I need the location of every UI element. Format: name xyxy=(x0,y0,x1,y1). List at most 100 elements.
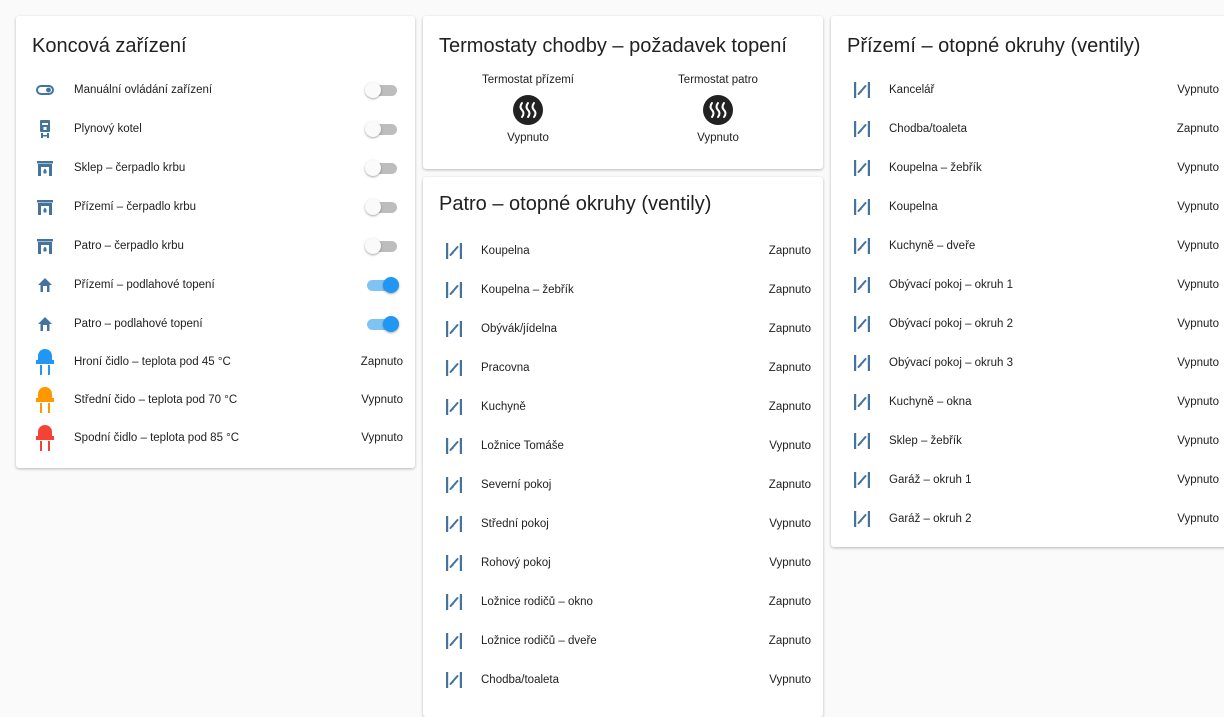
valve-label: Obývák/jídelna xyxy=(481,322,558,335)
fireplace-icon xyxy=(32,195,58,219)
valve-state: Vypnuto xyxy=(769,439,811,452)
valve-label: Garáž – okruh 1 xyxy=(889,473,972,486)
valve-state: Vypnuto xyxy=(1177,395,1219,408)
device-toggle[interactable] xyxy=(365,81,399,98)
valve-state: Vypnuto xyxy=(1177,161,1219,174)
valve-icon xyxy=(849,507,875,531)
valve-label: Obývací pokoj – okruh 1 xyxy=(889,278,1014,291)
device-row[interactable]: Spodní čidlo – teplota pod 85 °C Vypnuto xyxy=(16,419,415,457)
valve-row[interactable]: Obývací pokoj – okruh 2 Vypnuto xyxy=(831,304,1224,343)
device-label: Přízemí – podlahové topení xyxy=(74,278,215,291)
home-floor-icon xyxy=(32,312,58,336)
valve-label: Sklep – žebřík xyxy=(889,434,962,447)
upper-floor-valve-list: Koupelna Zapnuto Koupelna – žebřík Zapnuto O… xyxy=(423,231,823,699)
valve-label: Kancelář xyxy=(889,83,935,96)
valve-label: Kuchyně – okna xyxy=(889,395,972,408)
valve-label: Koupelna xyxy=(889,200,938,213)
led-sensor-icon xyxy=(32,425,58,451)
thermostats-card: Termostaty chodby – požadavek topení Ter… xyxy=(423,16,823,169)
valve-row[interactable]: Koupelna Vypnuto xyxy=(831,187,1224,226)
device-label: Střední čido – teplota pod 70 °C xyxy=(74,394,238,406)
valve-state: Vypnuto xyxy=(1177,83,1219,96)
device-state: Vypnuto xyxy=(361,394,403,406)
heat-wave-icon[interactable] xyxy=(702,94,734,126)
valve-row[interactable]: Obývací pokoj – okruh 3 Vypnuto xyxy=(831,343,1224,382)
valve-row[interactable]: Sklep – žebřík Vypnuto xyxy=(831,421,1224,460)
valve-label: Obývací pokoj – okruh 3 xyxy=(889,356,1014,369)
valve-icon xyxy=(849,351,875,375)
valve-state: Zapnuto xyxy=(768,634,811,647)
valve-row[interactable]: Obývák/jídelna Zapnuto xyxy=(423,309,823,348)
device-label: Spodní čidlo – teplota pod 85 °C xyxy=(74,432,240,444)
device-toggle[interactable] xyxy=(365,120,399,137)
valve-row[interactable]: Severní pokoj Zapnuto xyxy=(423,465,823,504)
valve-row[interactable]: Obývací pokoj – okruh 1 Vypnuto xyxy=(831,265,1224,304)
valve-row[interactable]: Ložnice Tomáše Vypnuto xyxy=(423,426,823,465)
device-state: Zapnuto xyxy=(360,356,403,368)
valve-icon xyxy=(849,468,875,492)
valve-label: Kuchyně – dveře xyxy=(889,239,976,252)
device-toggle[interactable] xyxy=(365,159,399,176)
valve-state: Vypnuto xyxy=(1177,239,1219,252)
valve-label: Kuchyně xyxy=(481,400,526,413)
devices-card: Koncová zařízení Manuální ovládání zaříz… xyxy=(16,16,415,468)
valve-state: Zapnuto xyxy=(768,322,811,335)
valve-icon xyxy=(849,273,875,297)
thermostats-row: Termostat přízemí Vypnuto Termostat patr… xyxy=(423,74,823,144)
toggle-switch-icon xyxy=(32,78,58,102)
valve-icon xyxy=(441,668,467,692)
device-toggle[interactable] xyxy=(365,237,399,254)
valve-label: Střední pokoj xyxy=(481,517,549,530)
valve-row[interactable]: Garáž – okruh 2 Vypnuto xyxy=(831,499,1224,538)
valve-state: Vypnuto xyxy=(1177,317,1219,330)
valve-label: Severní pokoj xyxy=(481,478,552,491)
valve-state: Zapnuto xyxy=(1176,122,1219,135)
valve-state: Zapnuto xyxy=(768,478,811,491)
valve-row[interactable]: Ložnice rodičů – okno Zapnuto xyxy=(423,582,823,621)
device-label: Sklep – čerpadlo krbu xyxy=(74,161,186,174)
valve-state: Zapnuto xyxy=(768,283,811,296)
valve-row[interactable]: Pracovna Zapnuto xyxy=(423,348,823,387)
valve-row[interactable]: Chodba/toaleta Zapnuto xyxy=(831,109,1224,148)
valve-row[interactable]: Ložnice rodičů – dveře Zapnuto xyxy=(423,621,823,660)
heat-wave-icon[interactable] xyxy=(512,94,544,126)
devices-card-title: Koncová zařízení xyxy=(32,35,187,57)
device-row[interactable]: Střední čido – teplota pod 70 °C Vypnuto xyxy=(16,381,415,419)
valve-icon xyxy=(441,317,467,341)
device-row[interactable]: Patro – podlahové topení xyxy=(16,304,415,343)
valve-label: Ložnice Tomáše xyxy=(481,439,564,452)
thermostat-upper[interactable]: Termostat patro Vypnuto xyxy=(653,74,783,144)
device-toggle[interactable] xyxy=(365,198,399,215)
valve-label: Rohový pokoj xyxy=(481,556,551,569)
device-row[interactable]: Sklep – čerpadlo krbu xyxy=(16,148,415,187)
device-row[interactable]: Patro – čerpadlo krbu xyxy=(16,226,415,265)
valve-row[interactable]: Chodba/toaleta Vypnuto xyxy=(423,660,823,699)
device-label: Patro – podlahové topení xyxy=(74,317,203,330)
device-state: Vypnuto xyxy=(361,432,403,444)
device-row[interactable]: Plynový kotel xyxy=(16,109,415,148)
valve-row[interactable]: Kuchyně Zapnuto xyxy=(423,387,823,426)
valve-icon xyxy=(441,239,467,263)
valve-row[interactable]: Koupelna – žebřík Vypnuto xyxy=(831,148,1224,187)
device-row[interactable]: Přízemí – podlahové topení xyxy=(16,265,415,304)
valve-row[interactable]: Garáž – okruh 1 Vypnuto xyxy=(831,460,1224,499)
valve-row[interactable]: Kuchyně – dveře Vypnuto xyxy=(831,226,1224,265)
device-toggle[interactable] xyxy=(365,315,399,332)
device-toggle[interactable] xyxy=(365,276,399,293)
valve-row[interactable]: Koupelna – žebřík Zapnuto xyxy=(423,270,823,309)
thermostat-ground[interactable]: Termostat přízemí Vypnuto xyxy=(463,74,593,144)
device-label: Manuální ovládání zařízení xyxy=(74,83,213,96)
valve-icon xyxy=(441,590,467,614)
valve-row[interactable]: Koupelna Zapnuto xyxy=(423,231,823,270)
thermostats-card-title: Termostaty chodby – požadavek topení xyxy=(439,35,787,57)
valve-state: Vypnuto xyxy=(769,673,811,686)
valve-row[interactable]: Rohový pokoj Vypnuto xyxy=(423,543,823,582)
boiler-icon xyxy=(32,117,58,141)
valve-state: Vypnuto xyxy=(1177,356,1219,369)
device-row[interactable]: Přízemí – čerpadlo krbu xyxy=(16,187,415,226)
valve-icon xyxy=(849,429,875,453)
valve-row[interactable]: Kuchyně – okna Vypnuto xyxy=(831,382,1224,421)
device-row[interactable]: Hroní čidlo – teplota pod 45 °C Zapnuto xyxy=(16,343,415,381)
valve-row[interactable]: Střední pokoj Vypnuto xyxy=(423,504,823,543)
valve-label: Pracovna xyxy=(481,361,530,374)
